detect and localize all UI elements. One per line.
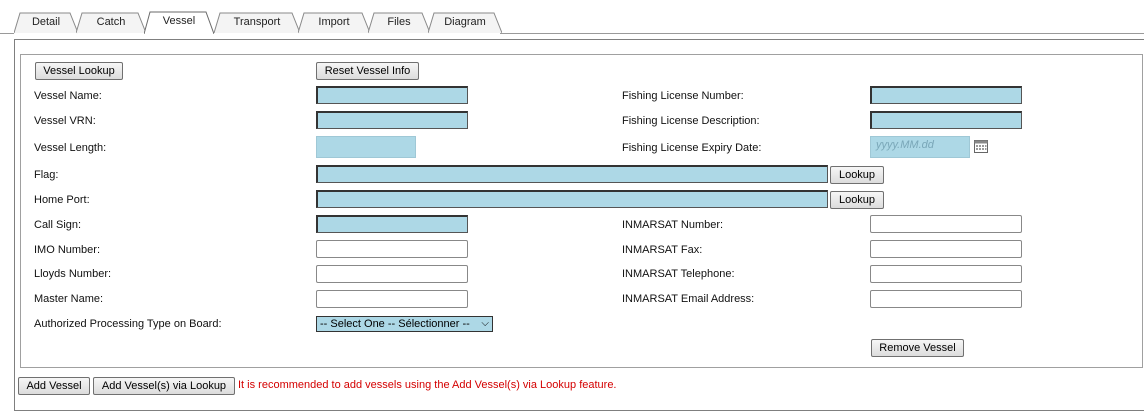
remove-vessel-button[interactable]: Remove Vessel [871, 339, 964, 357]
tab-strip-line-left [0, 33, 14, 34]
lloyds-number-label: Lloyds Number: [34, 268, 112, 280]
tab-label: Transport [233, 16, 281, 28]
tab-files[interactable]: Files [368, 12, 430, 34]
vessel-name-label: Vessel Name: [34, 90, 102, 102]
call-sign-field[interactable] [316, 215, 468, 233]
add-vessels-via-lookup-button[interactable]: Add Vessel(s) via Lookup [93, 377, 235, 395]
inmarsat-telephone-label: INMARSAT Telephone: [622, 268, 735, 280]
call-sign-label: Call Sign: [34, 219, 82, 231]
tab-detail[interactable]: Detail [14, 12, 78, 34]
imo-number-field[interactable] [316, 240, 468, 258]
tab-label: Vessel [162, 15, 196, 27]
tab-catch[interactable]: Catch [76, 12, 146, 34]
vessel-length-field[interactable] [316, 136, 416, 158]
vessel-lookup-button[interactable]: Vessel Lookup [35, 62, 123, 80]
tab-import[interactable]: Import [298, 12, 370, 34]
home-port-label: Home Port: [34, 194, 90, 206]
flag-label: Flag: [34, 169, 59, 181]
expiry-date-placeholder: yyyy.MM.dd [876, 139, 934, 151]
fishing-license-expiry-field[interactable]: yyyy.MM.dd [870, 136, 970, 158]
processing-type-select[interactable]: -- Select One -- Sélectionner -- ⌵ [316, 316, 493, 332]
authorized-processing-label: Authorized Processing Type on Board: [34, 318, 222, 330]
reset-vessel-info-button[interactable]: Reset Vessel Info [316, 62, 419, 80]
recommendation-note: It is recommended to add vessels using t… [238, 379, 617, 391]
processing-type-select-value: -- Select One -- Sélectionner -- [320, 318, 470, 330]
vessel-name-field[interactable] [316, 86, 468, 104]
tab-strip-line [500, 33, 1144, 34]
vessel-vrn-label: Vessel VRN: [34, 115, 96, 127]
inmarsat-email-label: INMARSAT Email Address: [622, 293, 755, 305]
imo-number-label: IMO Number: [34, 244, 101, 256]
tab-vessel[interactable]: Vessel [144, 11, 214, 34]
inmarsat-number-label: INMARSAT Number: [622, 219, 724, 231]
inmarsat-fax-field[interactable] [870, 240, 1022, 258]
chevron-down-icon: ⌵ [481, 318, 489, 329]
flag-lookup-button[interactable]: Lookup [830, 166, 884, 184]
home-port-lookup-button[interactable]: Lookup [830, 191, 884, 209]
inmarsat-fax-label: INMARSAT Fax: [622, 244, 703, 256]
fishing-license-description-label: Fishing License Description: [622, 115, 760, 127]
tab-label: Diagram [444, 16, 486, 28]
tab-diagram[interactable]: Diagram [428, 12, 502, 34]
fishing-license-number-field[interactable] [870, 86, 1022, 104]
home-port-field[interactable] [316, 190, 828, 208]
inmarsat-email-field[interactable] [870, 290, 1022, 308]
add-vessel-button[interactable]: Add Vessel [18, 377, 90, 395]
tab-label: Detail [31, 16, 61, 28]
calendar-icon[interactable] [974, 140, 988, 153]
master-name-label: Master Name: [34, 293, 104, 305]
tab-label: Catch [96, 16, 126, 28]
vessel-vrn-field[interactable] [316, 111, 468, 129]
inmarsat-telephone-field[interactable] [870, 265, 1022, 283]
tab-label: Import [318, 16, 350, 28]
master-name-field[interactable] [316, 290, 468, 308]
inmarsat-number-field[interactable] [870, 215, 1022, 233]
tab-transport[interactable]: Transport [214, 12, 300, 34]
fishing-license-expiry-label: Fishing License Expiry Date: [622, 142, 762, 154]
fishing-license-description-field[interactable] [870, 111, 1022, 129]
tab-label: Files [387, 16, 411, 28]
lloyds-number-field[interactable] [316, 265, 468, 283]
flag-field[interactable] [316, 165, 828, 183]
fishing-license-number-label: Fishing License Number: [622, 90, 744, 102]
vessel-length-label: Vessel Length: [34, 142, 107, 154]
